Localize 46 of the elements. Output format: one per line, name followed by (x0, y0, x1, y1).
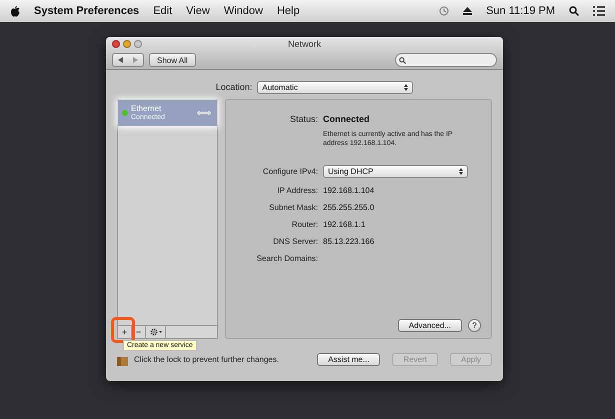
close-button[interactable] (112, 40, 120, 48)
field-value: 255.255.255.0 (323, 203, 376, 212)
field-label: Subnet Mask: (268, 203, 318, 212)
add-service-button[interactable]: + (118, 326, 132, 338)
stepper-icon (404, 84, 408, 90)
service-name: Ethernet (131, 104, 162, 113)
menu-item[interactable]: View (186, 5, 210, 17)
gear-icon (150, 328, 162, 336)
menu-item[interactable]: Window (224, 5, 263, 17)
menu-app-name[interactable]: System Preferences (34, 5, 140, 17)
minimize-button[interactable] (123, 40, 131, 48)
advanced-button[interactable]: Advanced... (398, 319, 462, 332)
remove-service-button[interactable]: − (132, 326, 146, 338)
window-title: Network (286, 39, 322, 49)
eject-icon[interactable] (463, 7, 472, 15)
field-label: Router: (290, 220, 318, 229)
search-icon (399, 56, 406, 64)
field-label: Configure IPv4: (262, 167, 318, 176)
right-triangle-icon (133, 57, 138, 63)
field-value: 192.168.1.104 (323, 186, 376, 195)
field-label: DNS Server: (272, 237, 318, 246)
search-field[interactable] (395, 53, 497, 67)
location-label: Location: (216, 82, 252, 92)
list-icon[interactable] (593, 6, 605, 16)
zoom-button[interactable] (134, 40, 142, 48)
left-triangle-icon (118, 57, 123, 63)
time-machine-icon[interactable] (439, 6, 450, 16)
lock-text: Click the lock to prevent further changes. (134, 355, 279, 364)
search-icon[interactable] (569, 6, 579, 16)
location-popup[interactable]: Automatic (257, 80, 414, 94)
field-value: 192.168.1.1 (323, 220, 366, 229)
field-label: IP Address: (276, 186, 318, 195)
apple-icon[interactable] (10, 6, 20, 16)
field-label: Search Domains: (256, 254, 318, 263)
menu-item[interactable]: Help (276, 5, 300, 17)
footer-button[interactable]: Assist me... (317, 353, 380, 366)
field-label: Status: (288, 114, 318, 124)
menu-clock[interactable]: Sun 11:19 PM (486, 5, 555, 17)
status-value: Connected (323, 114, 370, 124)
field-value: 85.13.223.166 (323, 237, 376, 246)
menu-item[interactable]: Edit (153, 5, 172, 17)
help-button[interactable]: ? (468, 319, 481, 332)
ethernet-arrows-icon (195, 108, 213, 118)
configure-popup[interactable]: Using DHCP (323, 165, 468, 178)
stepper-icon (459, 168, 463, 175)
show-all-button[interactable]: Show All (149, 53, 196, 67)
